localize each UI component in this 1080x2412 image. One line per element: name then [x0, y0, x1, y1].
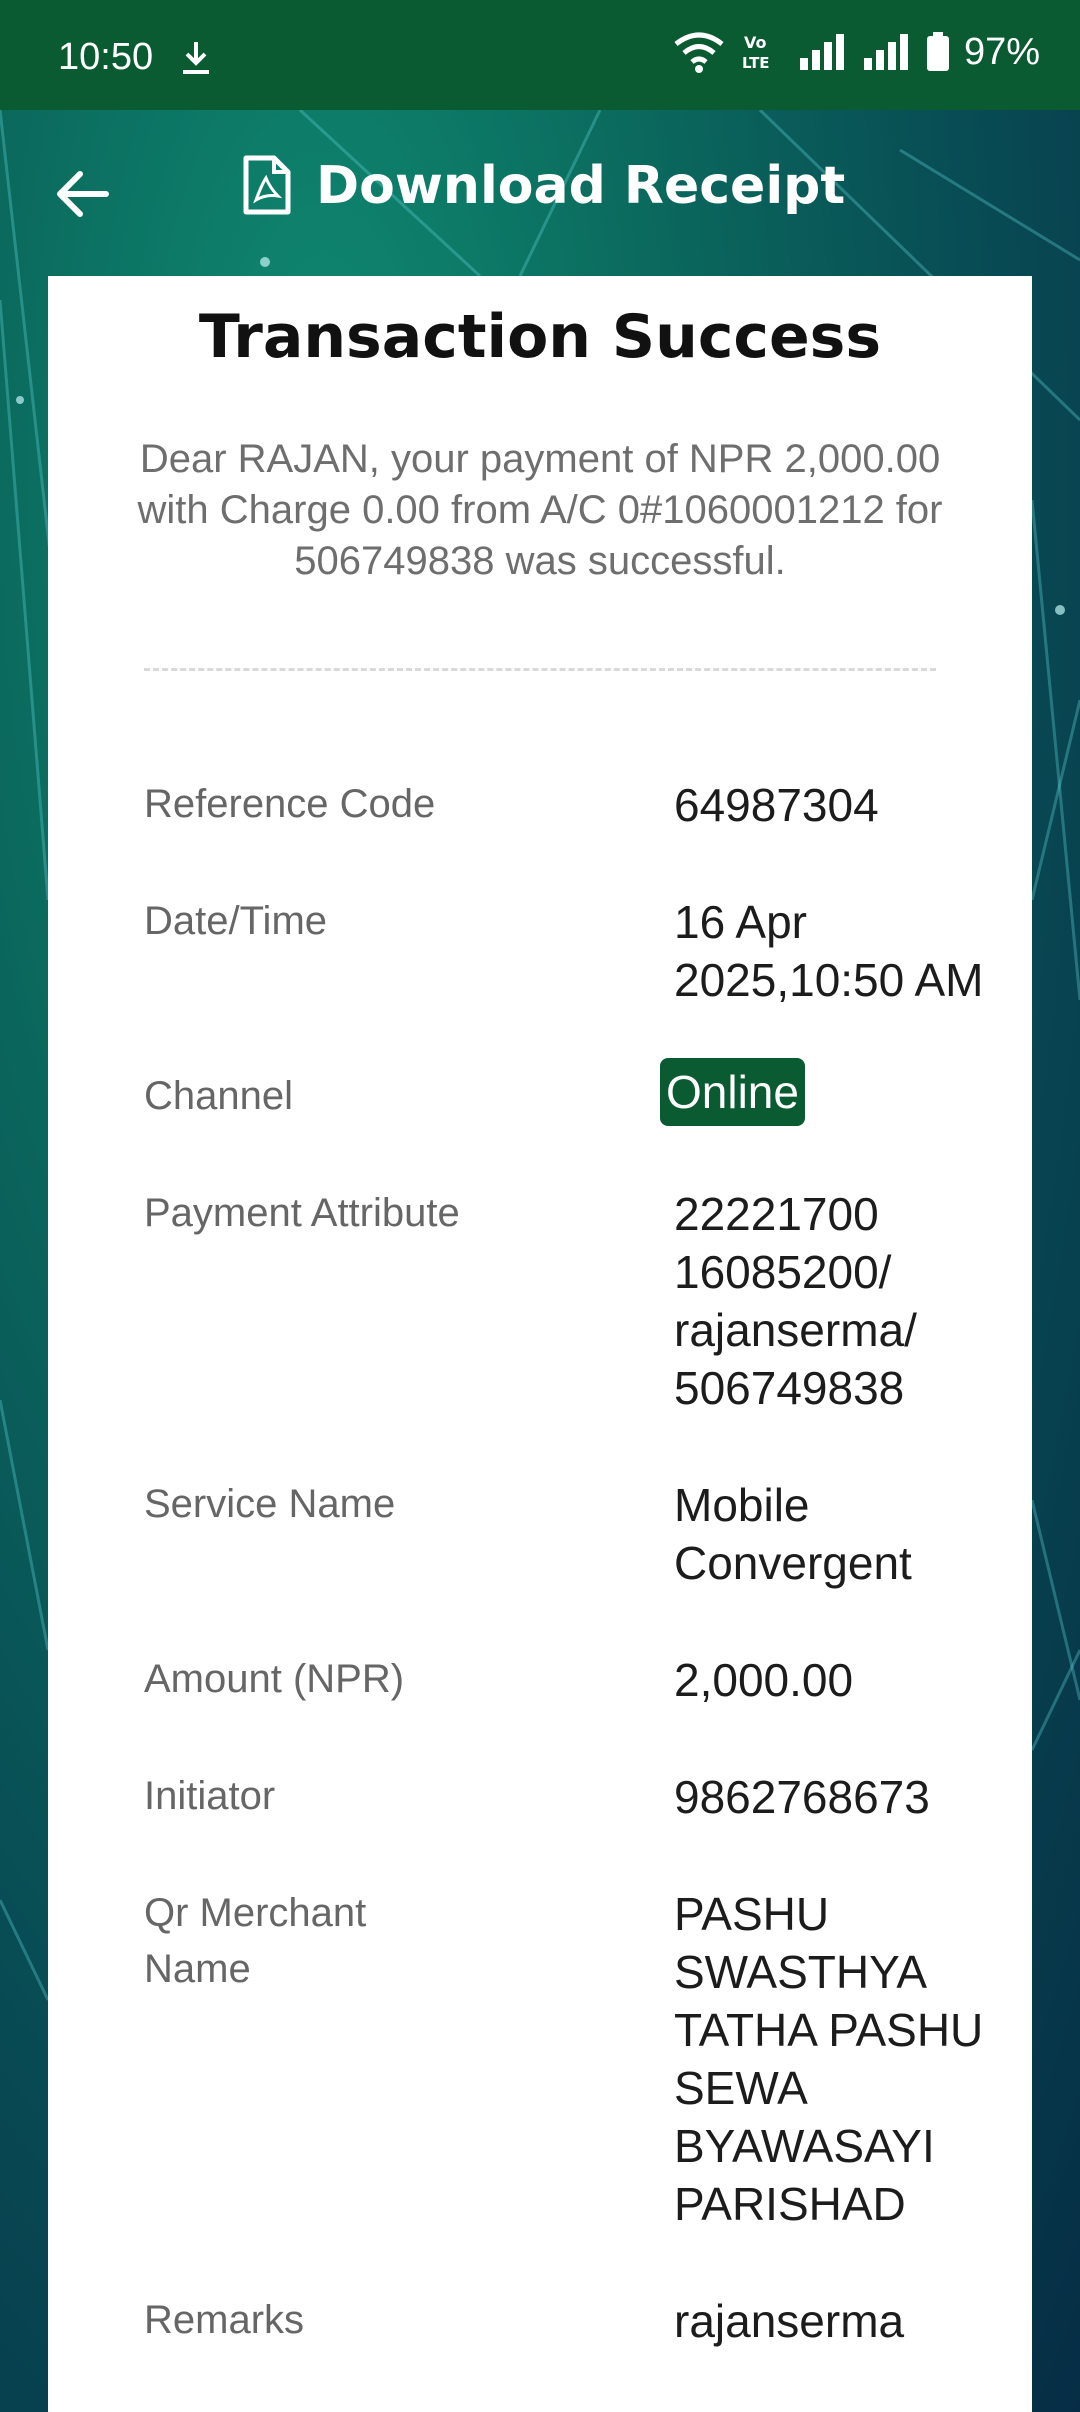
detail-label: Date/Time	[144, 899, 328, 943]
signal-icon	[863, 34, 908, 70]
detail-label: Service Name	[144, 1482, 396, 1526]
detail-label: Reference Code	[144, 782, 436, 826]
battery-percent: 97%	[963, 30, 1040, 73]
pdf-icon	[243, 155, 291, 215]
download-icon	[183, 42, 209, 74]
detail-value: 22221700 16085200/ rajanserma/ 506749838	[674, 1188, 917, 1414]
channel-badge: Online	[660, 1058, 805, 1126]
detail-label: Amount (NPR)	[144, 1657, 405, 1701]
detail-value: rajanserma	[674, 2295, 905, 2347]
status-bar: 10:50 Vo LTE 97%	[0, 0, 1080, 110]
signal-icon	[799, 34, 844, 70]
volte-icon: Vo LTE	[742, 33, 770, 72]
amount-value: 2,000.00	[674, 1654, 854, 1706]
detail-value: Mobile Convergent	[674, 1479, 912, 1589]
transaction-message: Dear RAJAN, your payment of NPR 2,000.00…	[137, 437, 943, 583]
status-icons: Vo LTE 97%	[672, 30, 1040, 74]
page-title: Download Receipt	[316, 156, 846, 216]
detail-label: Channel	[144, 1074, 294, 1118]
detail-label: Remarks	[144, 2298, 305, 2342]
app-bar: Download Receipt	[0, 110, 1080, 270]
app-bar-title[interactable]: Download Receipt	[240, 154, 845, 218]
svg-text:LTE: LTE	[742, 54, 770, 72]
detail-value: PASHU SWASTHYA TATHA PASHU SEWA BYAWASAY…	[674, 1888, 984, 2230]
receipt-card: Transaction Success Dear RAJAN, your pay…	[48, 276, 1032, 2412]
transaction-status-heading: Transaction Success	[198, 302, 882, 372]
svg-text:Vo: Vo	[744, 33, 767, 52]
wifi-icon	[674, 32, 724, 73]
detail-label: Payment Attribute	[144, 1191, 460, 1235]
dashed-divider	[144, 668, 936, 671]
detail-label: Qr Merchant Name	[144, 1891, 367, 1991]
detail-value: 64987304	[674, 779, 879, 831]
back-arrow-icon[interactable]	[52, 164, 112, 224]
battery-icon	[926, 32, 949, 71]
detail-label: Initiator	[144, 1774, 276, 1818]
detail-value: 16 Apr 2025,10:50 AM	[674, 896, 984, 1006]
status-time: 10:50	[58, 36, 154, 78]
detail-value: 9862768673	[674, 1771, 930, 1823]
